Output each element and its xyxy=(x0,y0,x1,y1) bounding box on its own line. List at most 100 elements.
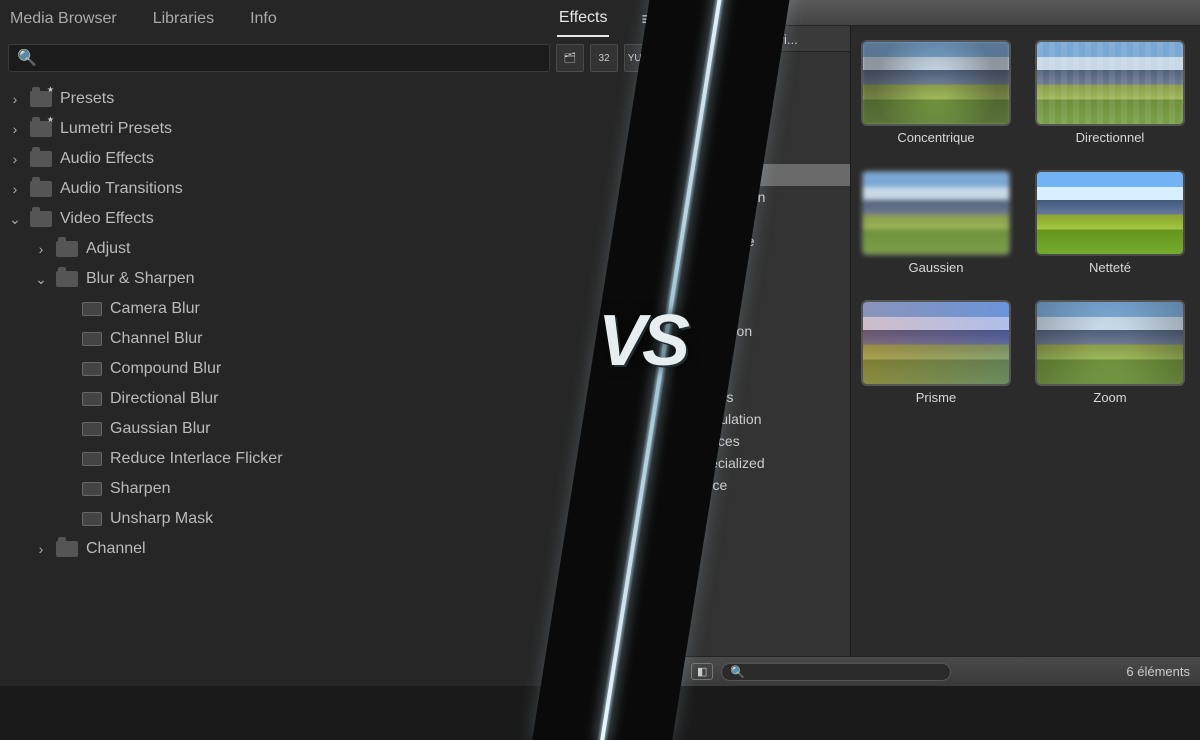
chevron-down-icon[interactable]: ⌄ xyxy=(8,211,22,228)
video-category-incrustation[interactable]: Incrustation xyxy=(681,186,850,208)
tree-item-label: Directional Blur xyxy=(110,390,218,408)
tree-item-label: Video Effects xyxy=(60,210,154,228)
folder-icon xyxy=(30,211,52,227)
chevron-right-icon[interactable]: › xyxy=(34,541,48,557)
thumb-label: Zoom xyxy=(1093,390,1126,405)
audio-category-all[interactable]: All xyxy=(681,298,850,320)
chevron-down-icon[interactable]: ⌄ xyxy=(34,271,48,288)
effect-thumb-zoom[interactable]: Zoom xyxy=(1035,300,1185,416)
tree-item-camera-blur[interactable]: Camera Blur xyxy=(0,294,660,324)
tree-item-blur-sharpen[interactable]: ⌄ Blur & Sharpen xyxy=(0,264,660,294)
YUV-icon[interactable]: YUV xyxy=(624,44,652,72)
thumb-preview xyxy=(1035,300,1185,386)
thumb-preview xyxy=(861,170,1011,256)
panel-menu-icon[interactable]: ≡ xyxy=(641,9,652,30)
close-icon[interactable]: ✕ xyxy=(689,6,703,20)
tree-item-audio-transitions[interactable]: › Audio Transitions xyxy=(0,174,660,204)
tree-item-sharpen[interactable]: Sharpen xyxy=(0,474,660,504)
audio-category-voice[interactable]: Voice xyxy=(681,474,850,496)
tree-item-video-effects[interactable]: ⌄ Video Effects xyxy=(0,204,660,234)
effect-icon xyxy=(82,482,102,496)
sidebar-title: Effets audio et vi... xyxy=(681,26,850,52)
video-category-all[interactable]: All xyxy=(681,76,850,98)
audio-category-modulation[interactable]: Modulation xyxy=(681,408,850,430)
folder-icon xyxy=(30,91,52,107)
search-input[interactable]: 🔍 xyxy=(8,44,550,72)
tab-effects[interactable]: Effects xyxy=(557,1,610,37)
thumb-label: Directionnel xyxy=(1076,130,1145,145)
tree-item-channel-blur[interactable]: Channel Blur xyxy=(0,324,660,354)
tree-item-label: Presets xyxy=(60,90,114,108)
chevron-right-icon[interactable]: › xyxy=(8,121,22,137)
tree-item-label: Channel Blur xyxy=(110,330,203,348)
panel-footer: ◧ 🔍 6 éléments xyxy=(681,656,1200,686)
effect-icon xyxy=(82,422,102,436)
video-category-lumi-re[interactable]: Lumière xyxy=(681,208,850,230)
tree-item-label: Compound Blur xyxy=(110,360,221,378)
tree-item-label: Audio Transitions xyxy=(60,180,183,198)
tree-item-gaussian-blur[interactable]: Gaussian Blur xyxy=(0,414,660,444)
effect-thumb-directionnel[interactable]: Directionnel xyxy=(1035,40,1185,156)
chevron-right-icon[interactable]: › xyxy=(8,181,22,197)
audio-category-spaces[interactable]: Spaces xyxy=(681,430,850,452)
effect-icon xyxy=(82,512,102,526)
video-category-mosa-que[interactable]: Mosaïque xyxy=(681,230,850,252)
toggle-sidebar-icon[interactable]: ◧ xyxy=(691,663,713,680)
chevron-right-icon[interactable]: › xyxy=(8,91,22,107)
tree-item-directional-blur[interactable]: Directional Blur xyxy=(0,384,660,414)
audio-category-eq[interactable]: EQ xyxy=(681,364,850,386)
tree-item-compound-blur[interactable]: Compound Blur xyxy=(0,354,660,384)
effect-thumb-netteté[interactable]: Netteté xyxy=(1035,170,1185,286)
video-category-flou[interactable]: Flou xyxy=(681,164,850,186)
folder-icon xyxy=(56,271,78,287)
tree-item-presets[interactable]: › Presets xyxy=(0,84,660,114)
tree-item-reduce-interlace-flicker[interactable]: Reduce Interlace Flicker xyxy=(0,444,660,474)
video-category-apparences[interactable]: Apparences xyxy=(681,98,850,120)
tab-media-browser[interactable]: Media Browser xyxy=(8,2,119,36)
new-bin-icon[interactable]: 🗂 xyxy=(556,44,584,72)
effect-icon xyxy=(82,362,102,376)
tree-item-label: Lumetri Presets xyxy=(60,120,172,138)
tree-item-unsharp-mask[interactable]: Unsharp Mask xyxy=(0,504,660,534)
audio-category-echo[interactable]: Echo xyxy=(681,342,850,364)
effect-thumb-concentrique[interactable]: Concentrique xyxy=(861,40,1011,156)
footer-search-input[interactable]: 🔍 xyxy=(721,663,951,681)
effects-tree: ›Presets›Lumetri Presets›Audio Effects›A… xyxy=(0,82,660,566)
32-icon[interactable]: 32 xyxy=(590,44,618,72)
audio-category-specialized[interactable]: Specialized xyxy=(681,452,850,474)
folder-icon xyxy=(30,151,52,167)
tab-libraries[interactable]: Libraries xyxy=(151,2,216,36)
thumb-label: Prisme xyxy=(916,390,956,405)
thumb-label: Gaussien xyxy=(909,260,964,275)
effect-thumb-prisme[interactable]: Prisme xyxy=(861,300,1011,416)
thumb-label: Concentrique xyxy=(897,130,974,145)
tree-item-label: Sharpen xyxy=(110,480,171,498)
tab-info[interactable]: Info xyxy=(248,2,279,36)
tree-item-audio-effects[interactable]: ›Audio Effects xyxy=(0,144,660,174)
audio-category-levels[interactable]: Levels xyxy=(681,386,850,408)
thumb-preview xyxy=(861,40,1011,126)
tree-item-label: Blur & Sharpen xyxy=(86,270,195,288)
effect-icon xyxy=(82,332,102,346)
header-subtitle: Flou xyxy=(755,5,780,20)
effects-grid: Concentrique Directionnel Gaussien Netteté P… xyxy=(851,26,1200,656)
audio-category-distortion[interactable]: Distortion xyxy=(681,320,850,342)
panel-tabs: Media Browser Libraries Info Effects ≡ xyxy=(0,0,660,38)
tree-item-adjust[interactable]: ›Adjust xyxy=(0,234,660,264)
footer-count: 6 éléments xyxy=(1126,664,1190,679)
chevron-right-icon[interactable]: › xyxy=(34,241,48,257)
video-category-distorsion[interactable]: Distorsion xyxy=(681,142,850,164)
tree-item-lumetri-presets[interactable]: › Lumetri Presets xyxy=(0,114,660,144)
tree-item-channel[interactable]: ›Channel xyxy=(0,534,660,564)
thumb-label: Netteté xyxy=(1089,260,1131,275)
effect-icon xyxy=(82,392,102,406)
audio-heading: AUDIO xyxy=(681,274,850,298)
folder-icon xyxy=(30,181,52,197)
video-category-styliser[interactable]: Styliser xyxy=(681,252,850,274)
video-category-bases[interactable]: Bases xyxy=(681,120,850,142)
thumb-preview xyxy=(1035,40,1185,126)
chevron-right-icon[interactable]: › xyxy=(8,151,22,167)
tree-item-label: Camera Blur xyxy=(110,300,200,318)
effect-thumb-gaussien[interactable]: Gaussien xyxy=(861,170,1011,286)
folder-icon xyxy=(56,241,78,257)
